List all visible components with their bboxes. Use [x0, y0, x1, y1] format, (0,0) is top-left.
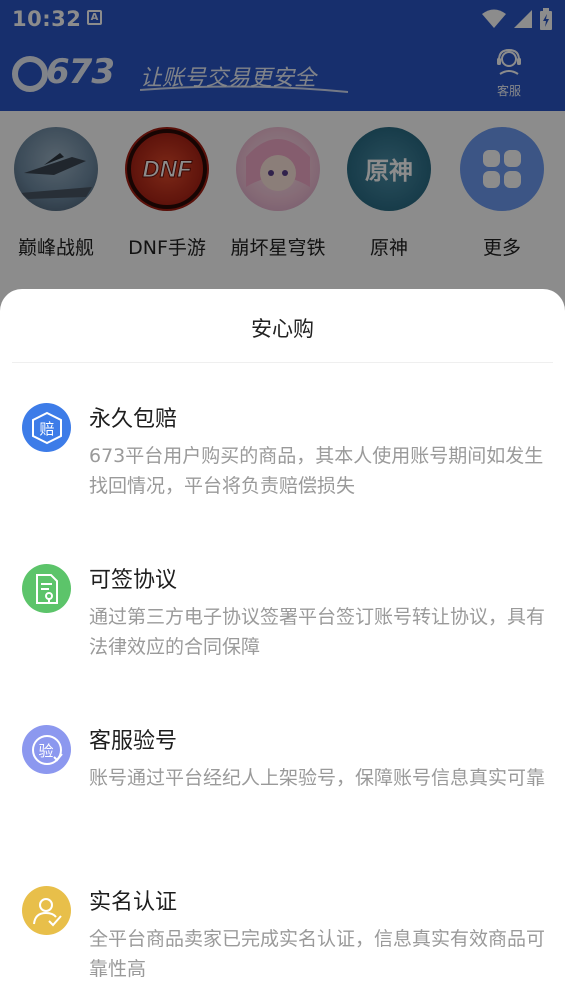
feature-description: 账号通过平台经纪人上架验号，保障账号信息真实可靠: [89, 767, 546, 789]
contract-document-icon: [22, 564, 71, 613]
feature-description: 全平台商品卖家已完成实名认证，信息真实有效商品可靠性高: [89, 928, 546, 980]
feature-item: 可签协议 通过第三方电子协议签署平台签订账号转让协议，具有法律效应的合同保障: [0, 556, 565, 676]
feature-item: 赔 永久包赔 673平台用户购买的商品，其本人使用账号期间如发生找回情况，平台将…: [0, 395, 565, 515]
feature-title: 永久包赔: [89, 407, 178, 432]
app-screen: 10:32 A 673 让账号交易更安全 客服 巅峰战舰 DNF DNF手游 崩…: [0, 0, 565, 1004]
sheet-divider: [12, 362, 553, 363]
compensation-shield-icon: 赔: [22, 403, 71, 452]
feature-title: 客服验号: [89, 729, 178, 754]
real-name-user-icon: [22, 886, 71, 935]
sheet-title: 安心购: [251, 317, 314, 341]
feature-description: 673平台用户购买的商品，其本人使用账号期间如发生找回情况，平台将负责赔偿损失: [89, 445, 544, 497]
feature-item: 验 客服验号 账号通过平台经纪人上架验号，保障账号信息真实可靠: [0, 717, 565, 837]
verify-icon-text: 验: [38, 742, 53, 760]
feature-title: 可签协议: [89, 568, 178, 593]
feature-description: 通过第三方电子协议签署平台签订账号转让协议，具有法律效应的合同保障: [89, 606, 546, 658]
verify-account-icon: 验: [22, 725, 71, 774]
feature-item: 实名认证 全平台商品卖家已完成实名认证，信息真实有效商品可靠性高: [0, 878, 565, 998]
feature-title: 实名认证: [89, 890, 178, 915]
assurance-sheet: 安心购 赔 永久包赔 673平台用户购买的商品，其本人使用账号期间如发生找回情况…: [0, 289, 565, 1004]
compensation-icon-text: 赔: [39, 420, 54, 438]
